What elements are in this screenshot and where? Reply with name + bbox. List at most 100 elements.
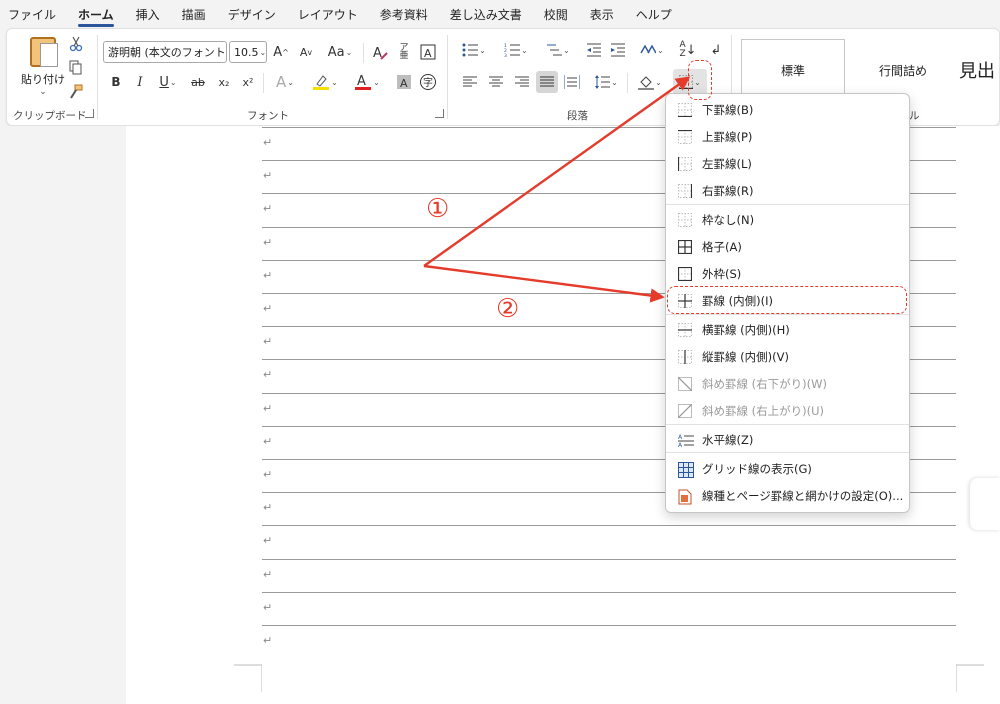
justify-button[interactable] [536,71,558,93]
phonetic-guide-button[interactable]: ア亜 [393,41,415,63]
menu-item-border-top[interactable]: 上罫線(P) [666,124,909,150]
superscript-button[interactable]: x² [237,71,259,93]
chevron-down-icon: ⌄ [259,47,267,57]
menu-item-horizontal-line[interactable]: A A 水平線(Z) [666,427,909,453]
highlight-color-button[interactable]: ⌄ [307,71,343,93]
change-case-icon: Aa [327,44,345,60]
east-asian-layout-button[interactable]: ⌄ [635,39,669,61]
side-panel-handle[interactable] [970,478,1000,530]
decrease-indent-button[interactable] [583,39,605,61]
inline-separator [627,73,628,93]
border-all-icon [677,239,693,255]
paragraph-mark: ↵ [263,567,273,581]
styles-group-label: ル [909,110,920,122]
text-effects-button[interactable]: A ⌄ [269,71,301,93]
menu-item-label: 線種とページ罫線と網かけの設定(O)... [702,489,904,503]
change-case-button[interactable]: Aa ⌄ [323,41,357,63]
menu-item-border-bottom[interactable]: 下罫線(B) [666,97,909,123]
bold-button[interactable]: B [105,71,127,93]
sort-button[interactable]: A Z ↓ [677,39,699,61]
step2-label: ② [496,294,520,324]
shrink-font-button[interactable]: Av [295,41,317,63]
tab-review[interactable]: 校閲 [544,2,568,27]
tab-home[interactable]: ホーム [78,2,114,27]
enclose-characters-icon: 字 [420,74,436,90]
copy-button[interactable] [65,57,87,79]
format-painter-icon [70,84,83,99]
menu-item-border-inside-horizontal[interactable]: 横罫線 (内側)(H) [666,317,909,343]
menu-separator [666,314,909,315]
shading-button[interactable]: ⌄ [633,71,667,93]
style-normal[interactable]: 標準 [741,39,845,101]
tab-file[interactable]: ファイル [8,2,56,27]
strikethrough-button[interactable]: ab [187,71,209,93]
increase-indent-button[interactable] [607,39,629,61]
bullets-button[interactable]: ⌄ [457,39,491,61]
svg-text:A: A [678,434,683,441]
font-color-button[interactable]: A ⌄ [349,71,385,93]
menu-item-diagonal-down-border: 斜め罫線 (右下がり)(W) [666,371,909,397]
menu-item-border-left[interactable]: 左罫線(L) [666,151,909,177]
font-size-box[interactable]: 10.5 ⌄ [229,41,267,63]
align-left-button[interactable] [459,71,481,93]
line-spacing-icon [595,75,611,89]
line-spacing-button[interactable]: ⌄ [589,71,623,93]
distributed-button[interactable] [561,71,583,93]
menu-separator [666,452,909,453]
menu-item-view-gridlines[interactable]: グリッド線の表示(G) [666,456,909,482]
align-right-button[interactable] [511,71,533,93]
style-heading[interactable]: 見出 [959,39,1000,101]
cut-button[interactable] [65,33,87,55]
view-gridlines-icon [678,462,694,478]
multilevel-list-button[interactable]: ⌄ [541,39,575,61]
tab-design[interactable]: デザイン [228,2,276,27]
italic-button[interactable]: I [129,71,151,93]
paragraph-mark: ↵ [263,401,273,415]
underline-icon: U [159,74,169,90]
menu-item-label: 水平線(Z) [702,433,754,447]
enclose-characters-button[interactable]: 字 [417,71,439,93]
paste-button[interactable]: 貼り付け ⌄ [19,35,67,103]
tab-view[interactable]: 表示 [590,2,614,27]
svg-text:3: 3 [504,53,507,57]
character-border-button[interactable]: A [417,41,439,63]
diagonal-down-border-icon [677,376,693,392]
borders-shading-icon [678,489,692,505]
menu-item-border-all[interactable]: 格子(A) [666,234,909,260]
font-dialog-launcher[interactable] [435,109,444,118]
group-separator [447,35,448,119]
menu-item-border-right[interactable]: 右罫線(R) [666,178,909,204]
font-name-box[interactable]: 游明朝 (本文のフォント ⌄ [103,41,227,63]
clear-formatting-button[interactable]: A [369,41,391,63]
annotation-highlight-borders-button [688,60,712,100]
menu-item-border-outside[interactable]: 外枠(S) [666,261,909,287]
grow-font-button[interactable]: A ^ [270,41,292,63]
paragraph-mark: ↵ [263,302,273,315]
format-painter-button[interactable] [65,81,87,103]
clipboard-dialog-launcher[interactable] [85,109,94,118]
menu-item-borders-shading[interactable]: 線種とページ罫線と網かけの設定(O)... [666,483,909,509]
highlighter-icon [313,75,330,90]
tab-insert[interactable]: 挿入 [136,2,160,27]
tab-references[interactable]: 参考資料 [380,2,428,27]
menu-item-label: 下罫線(B) [702,103,754,117]
tab-draw[interactable]: 描画 [182,2,206,27]
character-border-icon: A [420,44,436,60]
show-marks-button[interactable]: ↲ [705,39,727,61]
menu-item-border-inside-vertical[interactable]: 縦罫線 (内側)(V) [666,344,909,370]
tab-mailings[interactable]: 差し込み文書 [450,2,522,27]
style-no-spacing[interactable]: 行間詰め [851,39,955,101]
subscript-button[interactable]: x₂ [213,71,235,93]
tab-help[interactable]: ヘルプ [636,2,672,27]
underline-button[interactable]: U ⌄ [153,71,183,93]
character-shading-button[interactable]: A [393,71,415,93]
step1-label: ① [426,194,450,224]
numbering-button[interactable]: 1 2 3 ⌄ [499,39,533,61]
menu-item-border-none[interactable]: 枠なし(N) [666,207,909,233]
svg-text:字: 字 [423,76,433,89]
tab-layout[interactable]: レイアウト [298,2,358,27]
menu-item-diagonal-up-border: 斜め罫線 (右上がり)(U) [666,398,909,424]
menu-separator [666,204,909,205]
align-center-button[interactable] [485,71,507,93]
inline-separator [363,43,364,63]
